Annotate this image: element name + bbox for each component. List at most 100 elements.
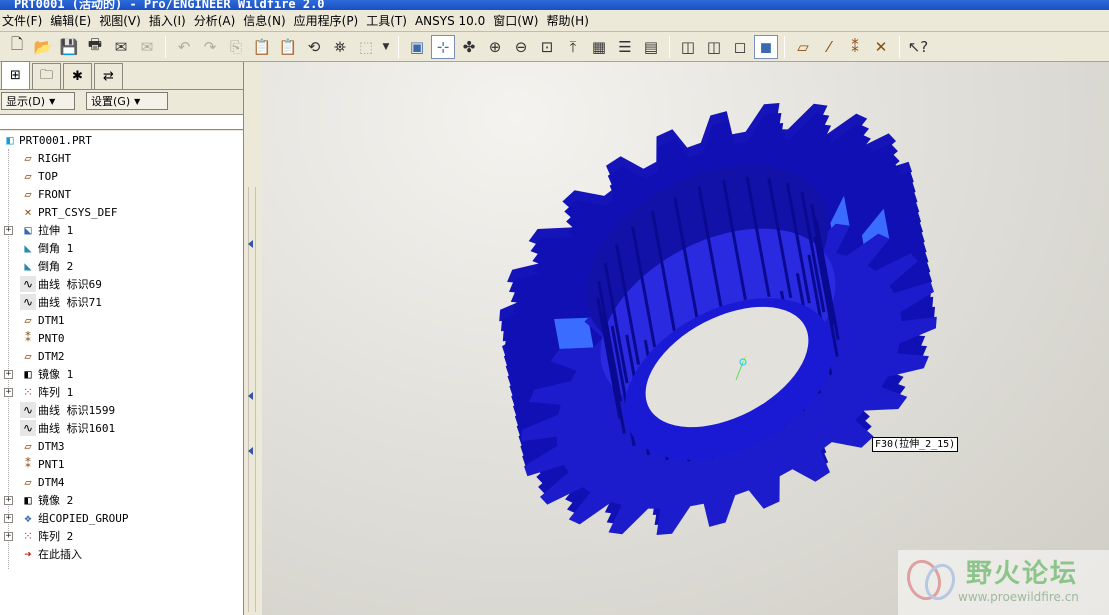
tree-item-curve-1599[interactable]: ∿ 曲线 标识1599 xyxy=(0,401,243,419)
paste-icon[interactable]: 📋 xyxy=(250,35,274,59)
select-dropdown-icon[interactable]: ▼ xyxy=(380,35,392,59)
tree-item-dtm1[interactable]: ▱ DTM1 xyxy=(0,311,243,329)
tree-controls: 显示(D) ▼ 设置(G) ▼ xyxy=(0,90,243,112)
tree-item-pnt0[interactable]: ⁑ PNT0 xyxy=(0,329,243,347)
tree-item-curve-69[interactable]: ∿ 曲线 标识69 xyxy=(0,275,243,293)
tree-item-label: 镜像 2 xyxy=(38,494,74,507)
datum-axes-toggle-icon[interactable]: ⁄ xyxy=(817,35,841,59)
reorient-icon[interactable]: ⤒ xyxy=(561,35,585,59)
tree-item-extrude-1[interactable]: + ⬕ 拉伸 1 xyxy=(0,221,243,239)
save-icon[interactable]: 💾 xyxy=(57,35,81,59)
tree-item-copied-group[interactable]: + ❖ 组COPIED_GROUP xyxy=(0,509,243,527)
gear-model[interactable] xyxy=(262,62,1109,615)
tab-folder-browser[interactable]: 🗀 xyxy=(32,63,61,89)
collapse-left-arrow-icon[interactable] xyxy=(248,447,253,455)
refit-icon[interactable]: ⊡ xyxy=(535,35,559,59)
menu-file[interactable]: 文件(F) xyxy=(0,12,48,29)
tree-item-label: PRT0001.PRT xyxy=(19,133,92,147)
menu-edit[interactable]: 编辑(E) xyxy=(48,12,97,29)
collapse-left-arrow-icon[interactable] xyxy=(248,240,253,248)
regenerate-icon[interactable]: ⟲ xyxy=(302,35,326,59)
shaded-display-icon[interactable]: ◼ xyxy=(754,34,778,59)
window-title: PRT0001 (活动的) - Pro/ENGINEER Wildfire 2.… xyxy=(14,0,325,10)
wireframe-icon[interactable]: ◫ xyxy=(676,35,700,59)
tree-item-mirror-2[interactable]: + ◧ 镜像 2 xyxy=(0,491,243,509)
tree-item-dtm4[interactable]: ▱ DTM4 xyxy=(0,473,243,491)
new-file-icon[interactable]: 🗋 xyxy=(5,35,29,59)
zoom-in-icon[interactable]: ⊕ xyxy=(483,35,507,59)
tab-connections[interactable]: ⇄ xyxy=(94,63,123,89)
menu-view[interactable]: 视图(V) xyxy=(97,12,147,29)
tab-favorites[interactable]: ✱ xyxy=(63,63,92,89)
datum-planes-toggle-icon[interactable]: ▱ xyxy=(791,35,815,59)
select-box-icon[interactable]: ⬚ xyxy=(354,35,378,59)
settings-button-label: 设置(G) xyxy=(91,95,131,108)
tree-item-prt0001[interactable]: ◧ PRT0001.PRT xyxy=(0,131,243,149)
find-binoculars-icon[interactable]: ⛯ xyxy=(328,35,352,59)
undo-icon[interactable]: ↶ xyxy=(172,35,196,59)
menu-ansys[interactable]: ANSYS 10.0 xyxy=(413,14,491,28)
group-icon: ❖ xyxy=(24,511,32,525)
tree-item-chamfer-1[interactable]: ◣ 倒角 1 xyxy=(0,239,243,257)
menu-bar: 文件(F) 编辑(E) 视图(V) 插入(I) 分析(A) 信息(N) 应用程序… xyxy=(0,10,1109,32)
tree-item-pnt1[interactable]: ⁑ PNT1 xyxy=(0,455,243,473)
settings-dropdown-button[interactable]: 设置(G) ▼ xyxy=(86,92,168,110)
tree-item-right[interactable]: ▱ RIGHT xyxy=(0,149,243,167)
paste-special-icon[interactable]: 📋 xyxy=(276,35,300,59)
menu-help[interactable]: 帮助(H) xyxy=(544,12,594,29)
panel-splitter[interactable] xyxy=(244,62,262,615)
tree-item-mirror-1[interactable]: + ◧ 镜像 1 xyxy=(0,365,243,383)
expand-toggle[interactable]: + xyxy=(4,369,13,379)
repaint-icon[interactable]: ▣ xyxy=(405,35,429,59)
tree-header-strip xyxy=(0,114,243,130)
menu-insert[interactable]: 插入(I) xyxy=(147,12,192,29)
tree-item-label: 阵列 2 xyxy=(38,530,74,543)
tree-item-pattern-1[interactable]: + ⁙ 阵列 1 xyxy=(0,383,243,401)
menu-window[interactable]: 窗口(W) xyxy=(491,12,544,29)
layers-icon[interactable]: ☰ xyxy=(613,35,637,59)
tree-item-dtm3[interactable]: ▱ DTM3 xyxy=(0,437,243,455)
context-help-icon[interactable]: ↖? xyxy=(906,35,930,59)
redo-icon[interactable]: ↷ xyxy=(198,35,222,59)
tree-item-label: RIGHT xyxy=(38,151,72,165)
copy-icon[interactable]: ⎘ xyxy=(224,35,248,59)
tree-item-front[interactable]: ▱ FRONT xyxy=(0,185,243,203)
orient-mode-icon[interactable]: ✤ xyxy=(457,35,481,59)
tree-item-chamfer-2[interactable]: ◣ 倒角 2 xyxy=(0,257,243,275)
expand-toggle[interactable]: + xyxy=(4,225,13,235)
tree-item-top[interactable]: ▱ TOP xyxy=(0,167,243,185)
graphics-window[interactable]: F30(拉伸_2_15) 野火论坛 www.proewildfire.cn xyxy=(262,62,1109,615)
expand-toggle[interactable]: + xyxy=(4,513,13,523)
tree-item-curve-71[interactable]: ∿ 曲线 标识71 xyxy=(0,293,243,311)
menu-applications[interactable]: 应用程序(P) xyxy=(292,12,365,29)
expand-toggle[interactable]: + xyxy=(4,495,13,505)
open-folder-icon[interactable]: 📂 xyxy=(31,35,55,59)
menu-tools[interactable]: 工具(T) xyxy=(364,12,413,29)
saved-views-icon[interactable]: ▦ xyxy=(587,35,611,59)
no-hidden-icon[interactable]: ◻ xyxy=(728,35,752,59)
menu-info[interactable]: 信息(N) xyxy=(241,12,291,29)
display-dropdown-button[interactable]: 显示(D) ▼ xyxy=(1,92,75,110)
collapse-left-arrow-icon[interactable] xyxy=(248,392,253,400)
tree-item-label: 镜像 1 xyxy=(38,368,74,381)
tree-item-insert-here[interactable]: ➔ 在此插入 xyxy=(0,545,243,563)
tree-item-pattern-2[interactable]: + ⁙ 阵列 2 xyxy=(0,527,243,545)
datum-points-toggle-icon[interactable]: ⁑ xyxy=(843,35,867,59)
print-icon[interactable]: 🖶 xyxy=(83,35,107,59)
coordinate-systems-toggle-icon[interactable]: ✕ xyxy=(869,35,893,59)
spin-center-icon[interactable]: ⊹ xyxy=(431,34,455,59)
send-mail-icon[interactable]: ✉ xyxy=(109,35,133,59)
expand-toggle[interactable]: + xyxy=(4,531,13,541)
tab-model-tree[interactable]: ⊞ xyxy=(1,61,30,89)
tree-item-prt-csys-def[interactable]: ⨯ PRT_CSYS_DEF xyxy=(0,203,243,221)
send-mail-attachment-icon[interactable]: ✉ xyxy=(135,35,159,59)
view-manager-icon[interactable]: ▤ xyxy=(639,35,663,59)
part-icon: ◧ xyxy=(6,133,14,147)
expand-toggle[interactable]: + xyxy=(4,387,13,397)
tree-item-curve-1601[interactable]: ∿ 曲线 标识1601 xyxy=(0,419,243,437)
zoom-out-icon[interactable]: ⊖ xyxy=(509,35,533,59)
hidden-line-icon[interactable]: ◫ xyxy=(702,35,726,59)
menu-analysis[interactable]: 分析(A) xyxy=(192,12,242,29)
tree-item-dtm2[interactable]: ▱ DTM2 xyxy=(0,347,243,365)
tree-item-label: PNT1 xyxy=(38,457,65,471)
